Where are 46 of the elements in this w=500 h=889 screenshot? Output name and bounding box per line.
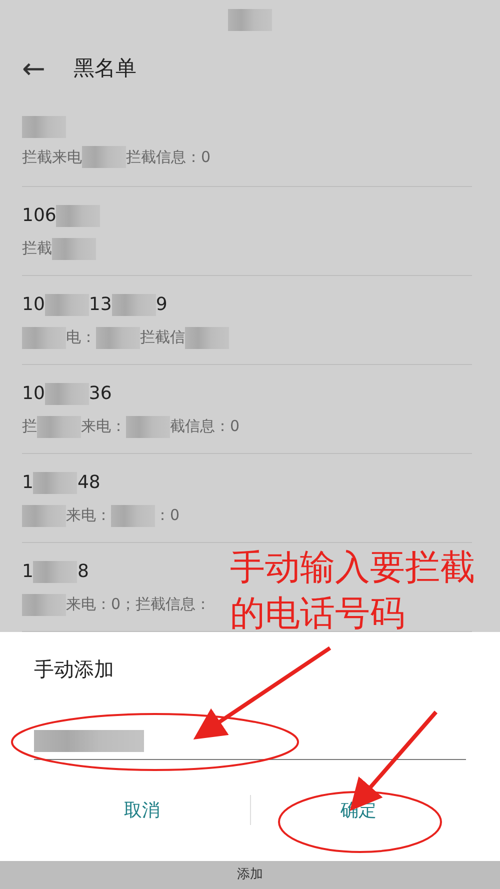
redaction-block: [56, 204, 100, 227]
redaction-block: [228, 8, 272, 31]
block-count: 来电：: [81, 416, 126, 438]
add-label: 添加: [237, 866, 263, 884]
redaction-block: [22, 594, 66, 616]
block-count: 截信息：0: [170, 416, 240, 438]
block-count: ：0: [155, 505, 180, 526]
redaction-block: [33, 560, 78, 583]
redaction-block: [44, 382, 89, 405]
redaction-block: [22, 116, 66, 138]
page-title: 黑名单: [73, 55, 136, 82]
block-count: 电：: [66, 327, 96, 348]
redaction-block: [22, 504, 66, 527]
annotation-text: 的电话号码: [230, 593, 406, 636]
phone-number: 1: [22, 471, 34, 496]
phone-number: 10: [22, 293, 45, 318]
redaction-block: [82, 146, 126, 168]
redaction-block: [52, 238, 96, 260]
back-button[interactable]: ←: [22, 54, 46, 83]
block-count: 来电：: [66, 505, 111, 526]
phone-number: 106: [22, 204, 56, 228]
block-count: 拦截信: [140, 327, 185, 348]
redaction-block: [22, 326, 66, 349]
phone-number: 13: [88, 293, 112, 318]
dialog-title: 手动添加: [34, 656, 115, 684]
phone-number: 8: [77, 560, 89, 584]
block-count: 拦截信息：0: [126, 146, 211, 168]
redaction-block: [96, 326, 140, 349]
redaction-block: [33, 472, 78, 494]
redaction-block: [111, 504, 155, 527]
phone-number: 10: [22, 382, 45, 406]
annotation-text: 手动输入要拦截: [230, 547, 475, 590]
phone-number: 9: [156, 293, 168, 318]
redaction-block: [126, 416, 170, 438]
redaction-block: [185, 326, 229, 349]
phone-number: 48: [77, 471, 100, 496]
phone-number: 36: [88, 382, 112, 406]
redaction-block: [112, 294, 156, 316]
phone-number: 1: [22, 560, 34, 584]
block-count: 拦截: [22, 238, 52, 260]
block-count: 拦: [22, 416, 37, 438]
redaction-block: [37, 416, 81, 438]
redaction-block: [44, 294, 89, 316]
block-count: 拦截来电: [22, 146, 82, 168]
block-count: 来电：0；拦截信息：: [66, 594, 211, 616]
dialog-button[interactable]: 取消: [34, 796, 250, 825]
